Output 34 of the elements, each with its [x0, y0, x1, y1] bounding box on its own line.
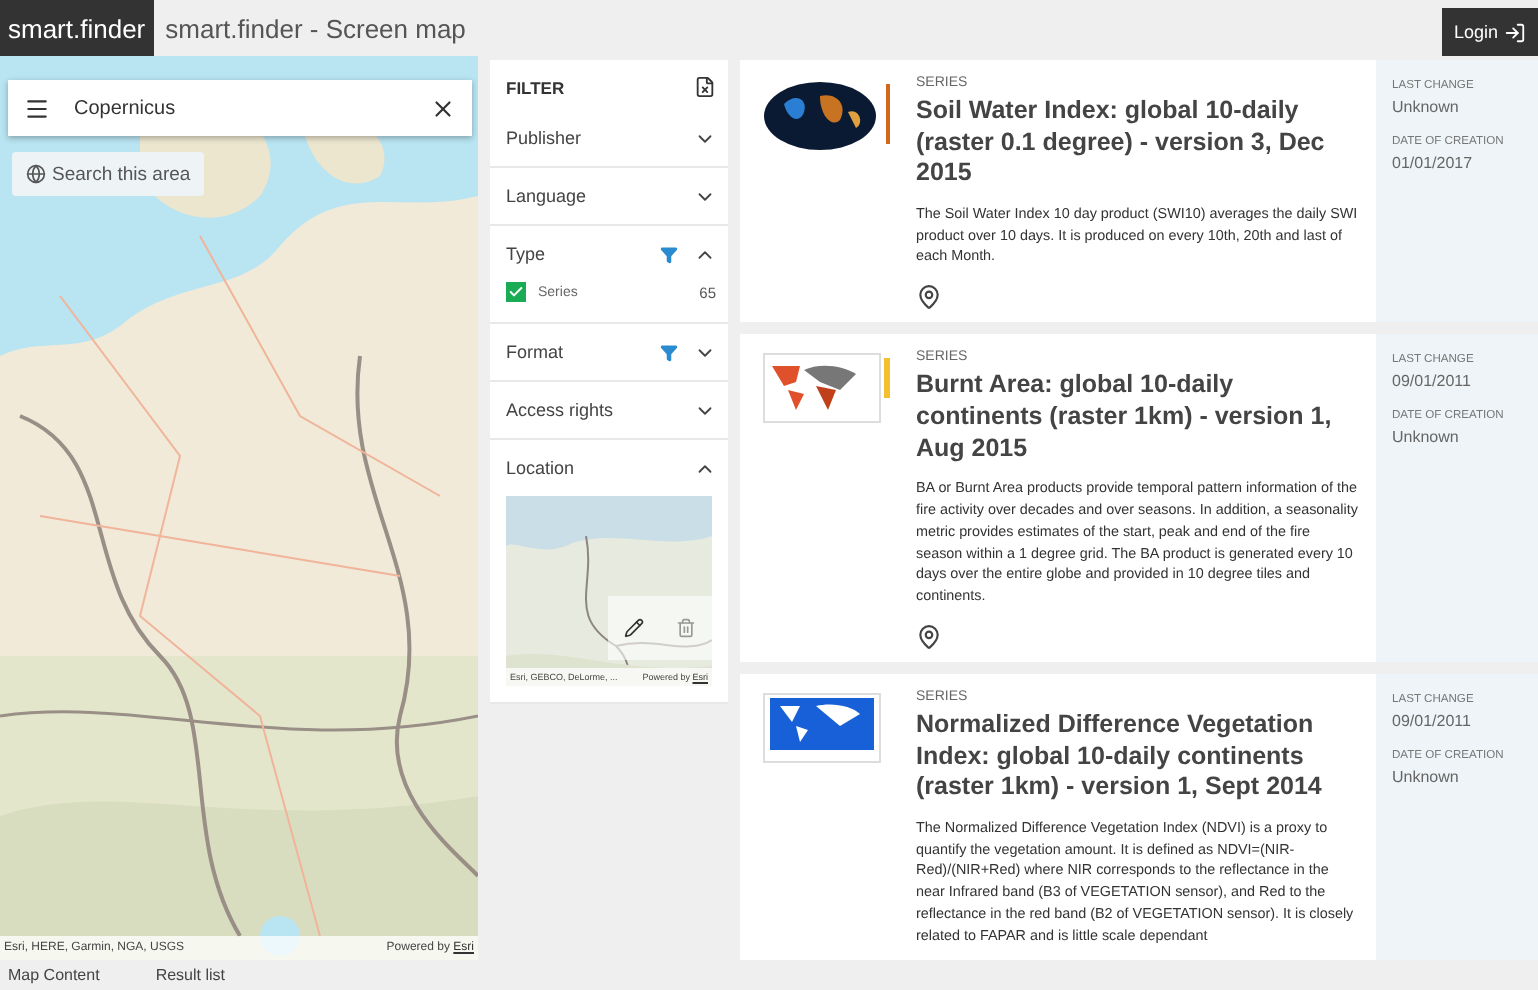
result-title[interactable]: Normalized Difference Vegetation Index: global 10-daily continents (raster 1km) - version 1, Sept 2014: [916, 709, 1360, 804]
search-input[interactable]: Copernicus: [70, 95, 410, 121]
login-icon: [1504, 21, 1526, 43]
page-title: smart.finder - Screen map: [163, 13, 468, 43]
brand-logo[interactable]: smart.finder: [0, 0, 154, 56]
close-icon[interactable]: [430, 95, 456, 121]
meta-value: 09/01/2011: [1392, 711, 1473, 730]
meta-value: 09/01/2011: [1392, 372, 1473, 391]
result-title[interactable]: Soil Water Index: global 10-daily (raster 0.1 degree) - version 3, Dec 2015: [916, 96, 1360, 190]
meta-value: 01/01/2017: [1392, 154, 1475, 172]
menu-icon[interactable]: [24, 95, 50, 121]
filter-section-header[interactable]: Format: [490, 324, 728, 380]
meta-value: Unknown: [1392, 428, 1461, 447]
filter-section-header[interactable]: Access rights: [490, 382, 728, 438]
clear-filter-icon[interactable]: [694, 76, 716, 98]
map-pin-icon[interactable]: [916, 623, 942, 650]
search-area-button[interactable]: Search this area: [12, 152, 205, 196]
filter-section-header[interactable]: Type: [490, 226, 728, 282]
globe-icon: [26, 164, 46, 184]
meta-value: Unknown: [1392, 98, 1461, 116]
bottom-tab[interactable]: Result list: [155, 966, 225, 984]
result-title[interactable]: Burnt Area: global 10-daily continents (raster 1km) - version 1, Aug 2015: [916, 370, 1360, 465]
checkbox[interactable]: [506, 282, 526, 302]
filter-section-header[interactable]: Publisher: [490, 110, 728, 166]
meta-value: Unknown: [1392, 767, 1461, 786]
login-button[interactable]: Login: [1441, 8, 1538, 56]
pencil-icon[interactable]: [624, 618, 644, 638]
filter-section-header[interactable]: Language: [490, 168, 728, 224]
search-field[interactable]: Copernicus: [8, 80, 472, 136]
map-pin-icon[interactable]: [916, 284, 942, 311]
trash-icon[interactable]: [676, 618, 696, 638]
filter-title: FILTER: [506, 77, 565, 97]
bottom-tab[interactable]: Map Content: [8, 966, 100, 984]
filter-section-header[interactable]: Location: [490, 440, 728, 496]
